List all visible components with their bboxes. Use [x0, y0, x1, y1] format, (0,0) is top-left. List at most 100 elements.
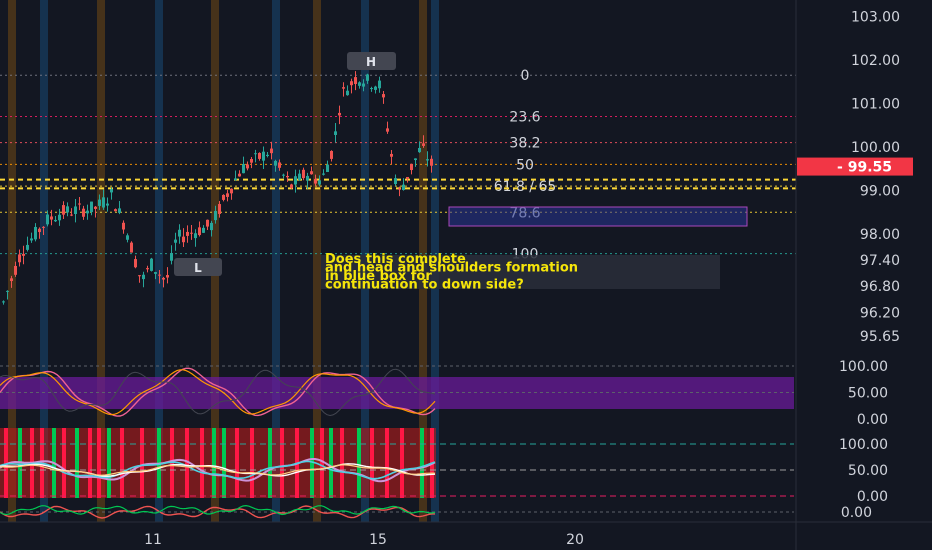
candle-body [406, 176, 409, 179]
osc2-red-bar [235, 428, 239, 498]
candle-body [66, 206, 69, 213]
time-tick-label: 15 [369, 532, 387, 548]
candle-body [306, 175, 309, 181]
osc2-red-bar [250, 428, 254, 498]
candle-body [158, 274, 161, 276]
candle-body [118, 208, 121, 213]
candle-body [422, 143, 425, 146]
osc2-green-bar [222, 428, 226, 498]
osc2-red-bar [280, 428, 284, 498]
chart-canvas[interactable]: 023.638.25061.8 / 6578.6100 HLDoes this … [0, 0, 932, 550]
osc2-green-bar [420, 428, 424, 498]
candle-body [134, 259, 137, 268]
candle-body [354, 77, 357, 84]
osc2-red-bar [62, 428, 66, 498]
candle-body [78, 203, 81, 205]
osc2-tick-label: 0.00 [857, 489, 888, 505]
candle-body [378, 80, 381, 89]
candle-body [130, 242, 133, 253]
candle-body [278, 162, 281, 168]
price-tick-label: 96.20 [860, 305, 900, 321]
candle-body [374, 86, 377, 90]
candle-body [318, 180, 321, 185]
candle-body [222, 194, 225, 200]
osc2-red-bar [88, 428, 92, 498]
candle-body [82, 208, 85, 217]
candle-body [394, 178, 397, 185]
candle-body [274, 160, 277, 166]
candle-body [190, 232, 193, 234]
candle-body [234, 178, 237, 180]
candle-body [50, 216, 53, 220]
candle-body [42, 226, 45, 228]
candle-body [414, 158, 417, 161]
candle-body [186, 231, 189, 236]
candle-body [242, 164, 245, 174]
candle-body [102, 197, 105, 208]
osc3-tick-label: 0.00 [841, 505, 872, 521]
swing-high-label: H [366, 55, 376, 69]
candle-body [38, 228, 41, 233]
candle-body [350, 81, 353, 86]
candle-body [142, 274, 145, 280]
candle-body [166, 275, 169, 278]
candle-body [398, 188, 401, 190]
candle-body [214, 210, 217, 221]
candle-body [198, 227, 201, 236]
candle-body [402, 184, 405, 191]
candle-body [286, 175, 289, 178]
candle-body [26, 244, 29, 250]
candle-body [342, 87, 345, 89]
candle-body [18, 254, 21, 263]
candle-body [430, 158, 433, 166]
candle-body [302, 169, 305, 179]
candle-body [174, 239, 177, 243]
price-tick-label: 97.40 [860, 253, 900, 269]
candle-body [206, 219, 209, 227]
osc2-tick-label: 100.00 [839, 437, 888, 453]
time-tick-label: 11 [144, 532, 162, 548]
candle-body [170, 252, 173, 261]
price-tick-label: 100.00 [851, 140, 900, 156]
candle-body [22, 253, 25, 256]
fib-label: 38.2 [509, 136, 540, 152]
swing-low-label: L [194, 261, 202, 275]
price-tick-label: 103.00 [851, 10, 900, 26]
candle-body [390, 153, 393, 157]
current-price-label: - 99.55 [837, 160, 892, 176]
osc2-red-bar [140, 428, 144, 498]
candle-body [114, 209, 117, 212]
candle-body [122, 222, 125, 230]
candle-body [370, 88, 373, 90]
osc2-tick-label: 50.00 [848, 463, 888, 479]
candle-body [154, 272, 157, 274]
price-tick-label: 95.65 [860, 329, 900, 345]
osc2-green-bar [75, 428, 79, 498]
candle-body [162, 277, 165, 280]
candle-body [98, 199, 101, 206]
osc2-green-bar [357, 428, 361, 498]
osc2-green-bar [329, 428, 333, 498]
candle-body [46, 214, 49, 225]
osc2-red-bar [200, 428, 204, 498]
price-tick-label: 99.00 [860, 184, 900, 200]
candle-body [298, 173, 301, 180]
candle-body [138, 275, 141, 277]
osc2-red-bar [370, 428, 374, 498]
annotation-line: continuation to down side? [325, 278, 524, 293]
candle-body [146, 268, 149, 270]
candle-body [346, 90, 349, 96]
osc2-red-bar [400, 428, 404, 498]
candle-body [70, 214, 73, 216]
candle-body [182, 236, 185, 243]
candle-body [266, 154, 269, 157]
fib-label: 50 [516, 157, 534, 173]
time-tick-label: 20 [566, 532, 584, 548]
candle-body [238, 173, 241, 177]
candle-body [6, 290, 9, 292]
price-tick-label: 98.00 [860, 227, 900, 243]
osc1-tick-label: 0.00 [857, 412, 888, 428]
candle-body [426, 159, 429, 161]
osc2-red-bar [97, 428, 101, 498]
candle-body [110, 189, 113, 193]
